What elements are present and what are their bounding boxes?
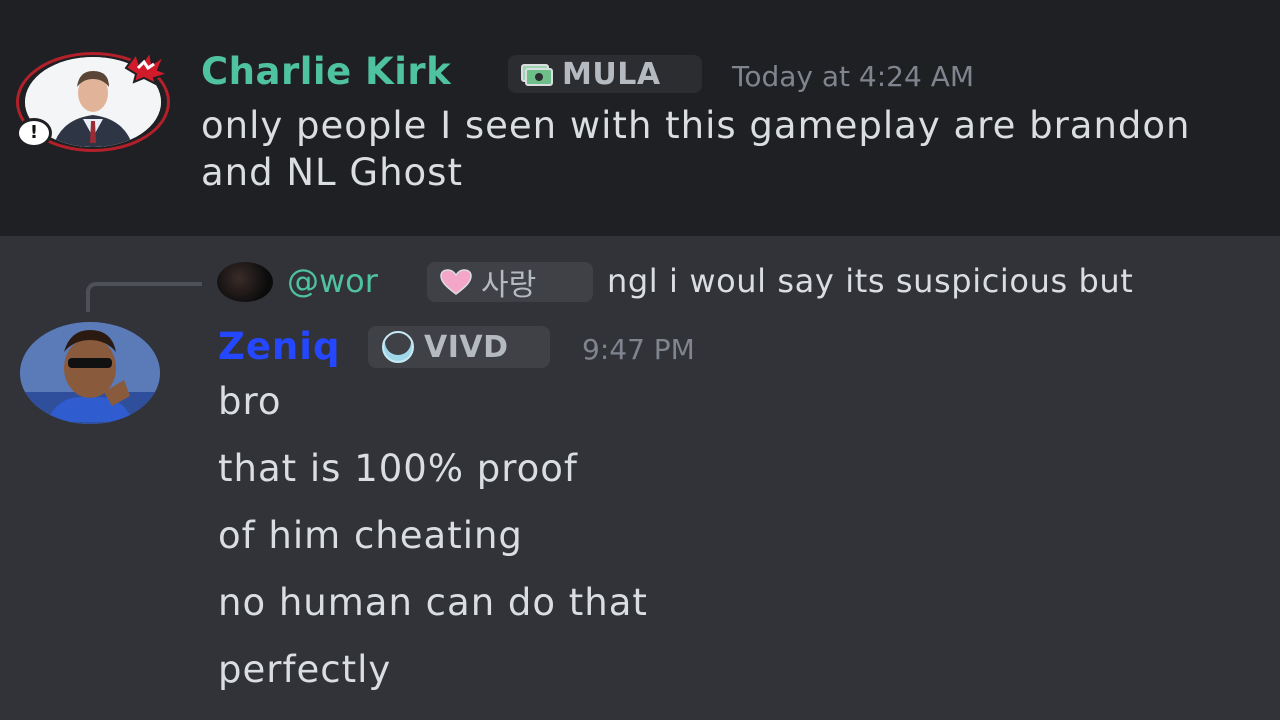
guild-tag-label: MULA (562, 56, 661, 92)
moon-icon (382, 330, 414, 363)
alert-icon: ! (16, 118, 52, 148)
reply-guild-tag[interactable]: 사랑 (427, 262, 593, 303)
avatar-wrapper[interactable]: ! (16, 49, 172, 156)
timestamp[interactable]: 9:47 PM (582, 333, 695, 366)
avatar[interactable] (20, 322, 160, 424)
message-line: that is 100% proof (218, 447, 578, 490)
timestamp[interactable]: Today at 4:24 AM (732, 60, 974, 93)
reply-preview[interactable]: ngl i woul say its suspicious but (607, 262, 1133, 300)
guild-tag-label: VIVD (424, 329, 509, 365)
username[interactable]: Zeniq (218, 325, 340, 368)
reply-spine (86, 282, 202, 312)
reply-avatar[interactable] (217, 262, 273, 302)
username[interactable]: Charlie Kirk (201, 50, 451, 93)
message-line: perfectly (218, 648, 392, 691)
message-content: only people I seen with this gameplay ar… (201, 104, 1191, 194)
guild-tag[interactable]: MULA (508, 55, 702, 93)
message-content: bro that is 100% proof of him cheating n… (218, 378, 1258, 713)
anger-icon (124, 49, 172, 86)
reply-guild-tag-label: 사랑 (481, 268, 537, 303)
money-icon (521, 64, 553, 86)
person-photo (20, 322, 160, 424)
reply-mention[interactable]: @wor (287, 262, 378, 300)
message-line: no human can do that (218, 581, 648, 624)
message-line: bro (218, 380, 282, 423)
message-line: of him cheating (218, 514, 523, 557)
heart-icon (440, 269, 472, 295)
guild-tag[interactable]: VIVD (368, 326, 550, 368)
